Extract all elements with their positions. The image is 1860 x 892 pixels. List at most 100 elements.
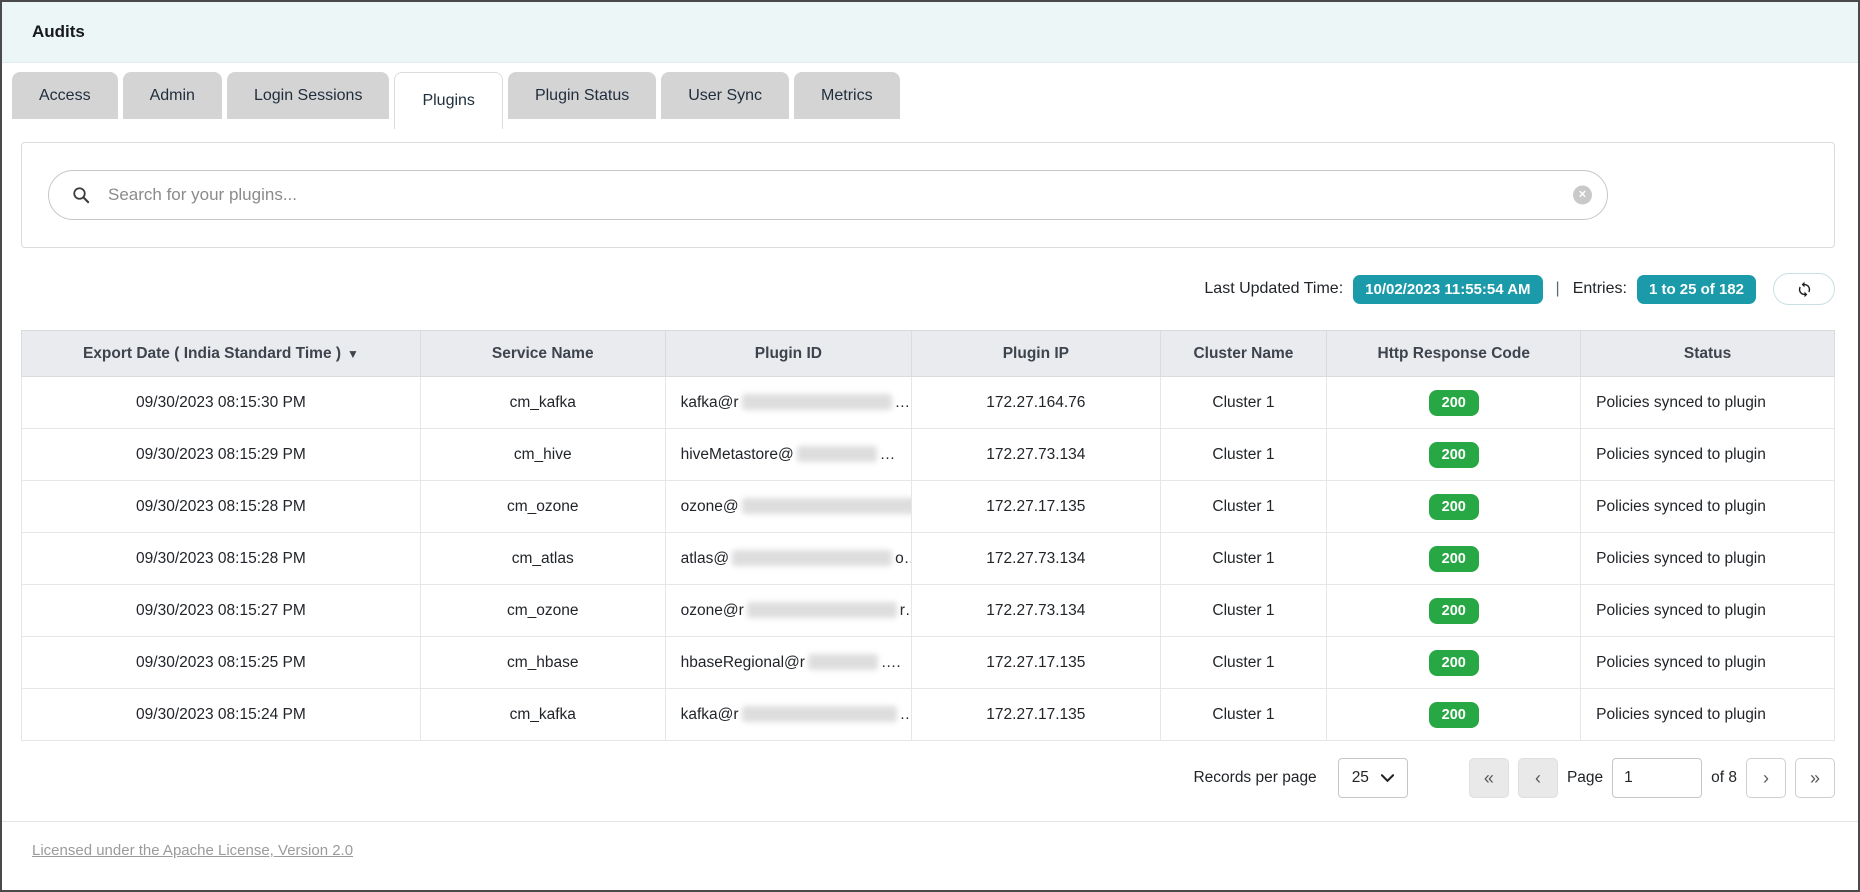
plugin-id-suffix: …. xyxy=(881,654,901,671)
chevron-down-icon xyxy=(1381,774,1394,783)
records-per-page-value: 25 xyxy=(1352,769,1369,787)
cell-plugin-ip: 172.27.17.135 xyxy=(912,637,1160,689)
table-row: 09/30/2023 08:15:30 PMcm_kafkakafka@r…17… xyxy=(22,377,1835,429)
plugin-id-prefix: ozone@r xyxy=(681,602,744,619)
http-code-badge: 200 xyxy=(1429,598,1479,624)
redacted-text xyxy=(732,550,892,566)
plugin-id-prefix: hbaseRegional@r xyxy=(681,654,805,671)
cell-export-date: 09/30/2023 08:15:25 PM xyxy=(22,637,421,689)
refresh-button[interactable] xyxy=(1773,273,1835,305)
column-header-service-name[interactable]: Service Name xyxy=(420,331,665,377)
cell-cluster-name: Cluster 1 xyxy=(1160,637,1327,689)
redacted-text xyxy=(742,394,892,410)
tab-access[interactable]: Access xyxy=(12,72,118,119)
plugin-id-suffix: r… xyxy=(900,602,912,619)
cell-export-date: 09/30/2023 08:15:30 PM xyxy=(22,377,421,429)
cell-status: Policies synced to plugin xyxy=(1581,637,1835,689)
cell-status: Policies synced to plugin xyxy=(1581,585,1835,637)
plugin-id-prefix: kafka@r xyxy=(681,706,739,723)
page-title: Audits xyxy=(32,22,85,42)
column-header-http-response-code[interactable]: Http Response Code xyxy=(1327,331,1581,377)
cell-status: Policies synced to plugin xyxy=(1581,481,1835,533)
tabs: AccessAdminLogin SessionsPluginsPlugin S… xyxy=(12,72,1858,130)
entries-label: Entries: xyxy=(1573,280,1627,298)
redacted-text xyxy=(742,706,897,722)
cell-http-response-code: 200 xyxy=(1327,637,1581,689)
redacted-text xyxy=(747,602,897,618)
tab-admin[interactable]: Admin xyxy=(123,72,222,119)
cell-http-response-code: 200 xyxy=(1327,533,1581,585)
http-code-badge: 200 xyxy=(1429,390,1479,416)
first-page-button[interactable]: « xyxy=(1469,758,1509,798)
table-row: 09/30/2023 08:15:24 PMcm_kafkakafka@r…17… xyxy=(22,689,1835,741)
plugin-id-suffix: … xyxy=(895,394,911,411)
cell-plugin-id: hiveMetastore@… xyxy=(665,429,912,481)
page-number-input[interactable] xyxy=(1612,758,1702,798)
plugin-id-suffix: … xyxy=(900,706,912,723)
pagination-bar: Records per page 25 « ‹ Page of 8 › » xyxy=(2,758,1835,798)
cell-status: Policies synced to plugin xyxy=(1581,533,1835,585)
cell-cluster-name: Cluster 1 xyxy=(1160,533,1327,585)
records-per-page-select[interactable]: 25 xyxy=(1338,758,1408,798)
plugin-id-prefix: hiveMetastore@ xyxy=(681,446,794,463)
status-bar: Last Updated Time: 10/02/2023 11:55:54 A… xyxy=(2,273,1835,305)
sort-desc-icon: ▼ xyxy=(347,347,359,361)
cell-export-date: 09/30/2023 08:15:29 PM xyxy=(22,429,421,481)
cell-http-response-code: 200 xyxy=(1327,585,1581,637)
separator: | xyxy=(1556,280,1560,298)
http-code-badge: 200 xyxy=(1429,442,1479,468)
plugin-id-prefix: kafka@r xyxy=(681,394,739,411)
http-code-badge: 200 xyxy=(1429,650,1479,676)
column-header-cluster-name[interactable]: Cluster Name xyxy=(1160,331,1327,377)
plugin-id-prefix: atlas@ xyxy=(681,550,729,567)
tab-user-sync[interactable]: User Sync xyxy=(661,72,789,119)
table-row: 09/30/2023 08:15:25 PMcm_hbasehbaseRegio… xyxy=(22,637,1835,689)
tab-metrics[interactable]: Metrics xyxy=(794,72,900,119)
cell-service-name: cm_kafka xyxy=(420,689,665,741)
column-header-export-date-india-standard-time[interactable]: Export Date ( India Standard Time )▼ xyxy=(22,331,421,377)
http-code-badge: 200 xyxy=(1429,702,1479,728)
redacted-text xyxy=(742,498,912,514)
http-code-badge: 200 xyxy=(1429,494,1479,520)
entries-badge: 1 to 25 of 182 xyxy=(1637,275,1756,304)
cell-plugin-id: hbaseRegional@r …. xyxy=(665,637,912,689)
clear-search-icon[interactable]: ✕ xyxy=(1573,186,1592,205)
plugin-id-prefix: ozone@ xyxy=(681,498,739,515)
cell-http-response-code: 200 xyxy=(1327,689,1581,741)
plugins-audit-table: Export Date ( India Standard Time )▼Serv… xyxy=(21,330,1835,741)
prev-page-button[interactable]: ‹ xyxy=(1518,758,1558,798)
apache-license-link[interactable]: Licensed under the Apache License, Versi… xyxy=(32,842,353,859)
tab-login-sessions[interactable]: Login Sessions xyxy=(227,72,390,119)
cell-http-response-code: 200 xyxy=(1327,481,1581,533)
column-header-plugin-id[interactable]: Plugin ID xyxy=(665,331,912,377)
footer-divider xyxy=(2,821,1858,822)
column-header-plugin-ip[interactable]: Plugin IP xyxy=(912,331,1160,377)
audits-window: Audits AccessAdminLogin SessionsPluginsP… xyxy=(0,0,1860,892)
last-updated-label: Last Updated Time: xyxy=(1204,280,1343,298)
cell-status: Policies synced to plugin xyxy=(1581,377,1835,429)
cell-export-date: 09/30/2023 08:15:27 PM xyxy=(22,585,421,637)
cell-service-name: cm_ozone xyxy=(420,481,665,533)
table-header-row: Export Date ( India Standard Time )▼Serv… xyxy=(22,331,1835,377)
search-box[interactable]: ✕ xyxy=(48,170,1608,220)
cell-cluster-name: Cluster 1 xyxy=(1160,585,1327,637)
refresh-icon xyxy=(1796,281,1813,298)
column-header-status[interactable]: Status xyxy=(1581,331,1835,377)
cell-cluster-name: Cluster 1 xyxy=(1160,377,1327,429)
cell-service-name: cm_atlas xyxy=(420,533,665,585)
cell-plugin-id: atlas@ o… xyxy=(665,533,912,585)
last-page-button[interactable]: » xyxy=(1795,758,1835,798)
cell-plugin-id: kafka@r … xyxy=(665,689,912,741)
tab-plugins[interactable]: Plugins xyxy=(394,72,502,129)
total-pages-label: of 8 xyxy=(1711,769,1737,787)
redacted-text xyxy=(797,446,877,462)
last-updated-badge: 10/02/2023 11:55:54 AM xyxy=(1353,275,1542,304)
cell-plugin-ip: 172.27.164.76 xyxy=(912,377,1160,429)
cell-service-name: cm_hive xyxy=(420,429,665,481)
table-row: 09/30/2023 08:15:27 PMcm_ozoneozone@rr…1… xyxy=(22,585,1835,637)
plugin-id-suffix: o… xyxy=(895,550,912,567)
search-input[interactable] xyxy=(106,184,1607,206)
cell-plugin-ip: 172.27.73.134 xyxy=(912,533,1160,585)
next-page-button[interactable]: › xyxy=(1746,758,1786,798)
tab-plugin-status[interactable]: Plugin Status xyxy=(508,72,656,119)
